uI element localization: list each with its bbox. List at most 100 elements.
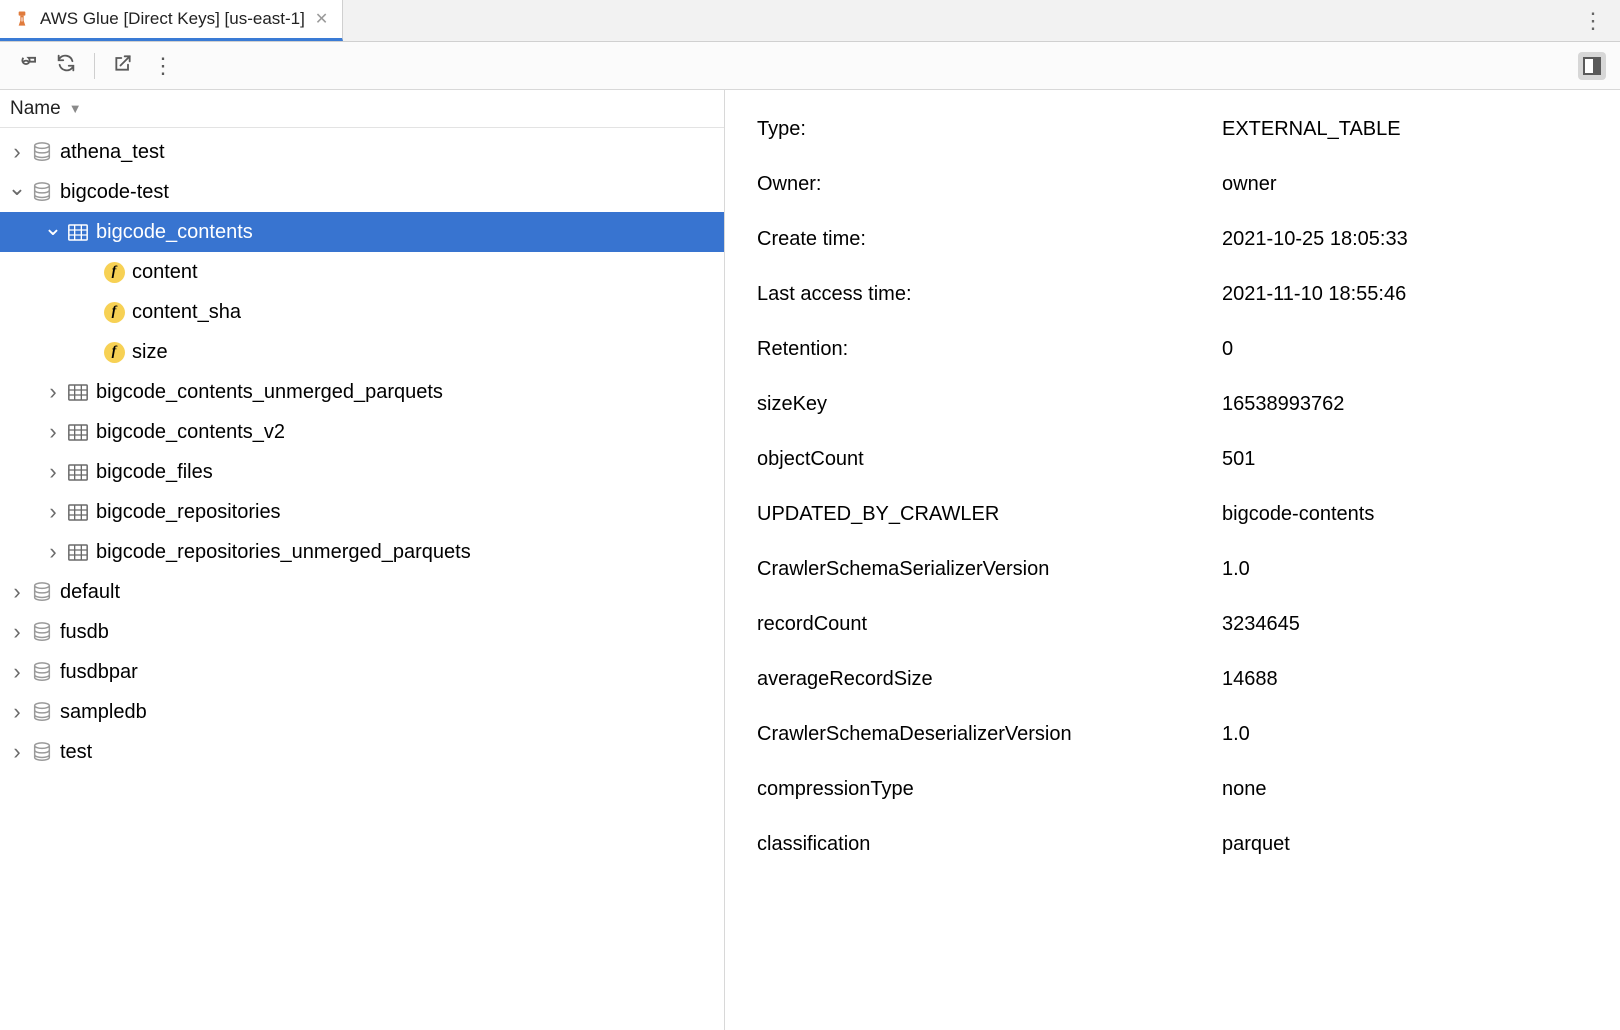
chevron-down-icon[interactable]: ⌄	[42, 215, 64, 241]
table-icon	[64, 424, 92, 441]
detail-key: recordCount	[757, 613, 1222, 636]
tree-node-label: bigcode_files	[96, 461, 213, 484]
tree-database-node[interactable]: › default	[0, 572, 724, 612]
database-icon	[28, 741, 56, 763]
toolbar-more-button[interactable]: ⋮	[145, 48, 181, 84]
tree-column-header[interactable]: Name ▼	[0, 90, 724, 128]
tree-node-label: fusdbpar	[60, 661, 138, 684]
detail-key: Type:	[757, 118, 1222, 141]
tree-table-node[interactable]: › bigcode_repositories_unmerged_parquets	[0, 532, 724, 572]
tree-node-label: bigcode-test	[60, 181, 169, 204]
detail-key: CrawlerSchemaSerializerVersion	[757, 558, 1222, 581]
database-icon	[28, 621, 56, 643]
toolbar-separator	[94, 53, 95, 79]
detail-value: owner	[1222, 173, 1610, 196]
chevron-right-icon[interactable]: ›	[6, 619, 28, 645]
database-icon	[28, 581, 56, 603]
detail-value: 0	[1222, 338, 1610, 361]
chevron-right-icon[interactable]: ›	[6, 579, 28, 605]
tree-node-label: bigcode_repositories	[96, 501, 281, 524]
chevron-right-icon[interactable]: ›	[42, 499, 64, 525]
more-vertical-icon: ⋮	[1582, 10, 1604, 32]
detail-key: sizeKey	[757, 393, 1222, 416]
open-external-button[interactable]	[105, 48, 141, 84]
table-icon	[64, 224, 92, 241]
tree-node-label: test	[60, 741, 92, 764]
tree-database-node[interactable]: › fusdbpar	[0, 652, 724, 692]
toggle-right-panel-button[interactable]	[1578, 52, 1606, 80]
detail-value: 2021-11-10 18:55:46	[1222, 283, 1610, 306]
toolbar: ⋮	[0, 42, 1620, 90]
chevron-down-icon[interactable]: ⌄	[6, 175, 28, 201]
tree-node-label: fusdb	[60, 621, 109, 644]
panel-right-icon	[1583, 57, 1601, 75]
tree-table-node[interactable]: ⌄ bigcode_contents	[0, 212, 724, 252]
tree-table-node[interactable]: › bigcode_repositories	[0, 492, 724, 532]
tree-node-label: content	[132, 261, 198, 284]
tree-field-node[interactable]: fcontent_sha	[0, 292, 724, 332]
chevron-right-icon[interactable]: ›	[42, 419, 64, 445]
database-icon	[28, 141, 56, 163]
detail-key: Last access time:	[757, 283, 1222, 306]
database-icon	[28, 181, 56, 203]
tree-table-node[interactable]: › bigcode_contents_unmerged_parquets	[0, 372, 724, 412]
detail-value: 16538993762	[1222, 393, 1610, 416]
sort-desc-icon: ▼	[69, 101, 82, 116]
detail-value: parquet	[1222, 833, 1610, 856]
detail-value: 3234645	[1222, 613, 1610, 636]
tree-database-node[interactable]: › test	[0, 732, 724, 772]
detail-value: 501	[1222, 448, 1610, 471]
catalog-tree: › athena_test⌄ bigcode-test⌄ bigcode_con…	[0, 128, 724, 776]
open-external-icon	[113, 53, 133, 78]
tree-node-label: bigcode_contents	[96, 221, 253, 244]
detail-key: Retention:	[757, 338, 1222, 361]
chevron-right-icon[interactable]: ›	[42, 459, 64, 485]
editor-tabbar: AWS Glue [Direct Keys] [us-east-1] ✕ ⋮	[0, 0, 1620, 42]
tree-node-label: size	[132, 341, 168, 364]
tree-node-label: bigcode_contents_v2	[96, 421, 285, 444]
tree-node-label: default	[60, 581, 120, 604]
table-icon	[64, 464, 92, 481]
details-panel: Type:EXTERNAL_TABLEOwner:ownerCreate tim…	[725, 90, 1620, 1030]
field-icon: f	[100, 262, 128, 283]
detail-key: classification	[757, 833, 1222, 856]
tree-header-label: Name	[10, 98, 61, 120]
chevron-right-icon[interactable]: ›	[6, 659, 28, 685]
detail-key: CrawlerSchemaDeserializerVersion	[757, 723, 1222, 746]
tabbar-spacer	[343, 0, 1572, 41]
detail-key: Create time:	[757, 228, 1222, 251]
field-icon: f	[100, 302, 128, 323]
chevron-right-icon[interactable]: ›	[6, 139, 28, 165]
table-icon	[64, 544, 92, 561]
tree-field-node[interactable]: fcontent	[0, 252, 724, 292]
tree-database-node[interactable]: ⌄ bigcode-test	[0, 172, 724, 212]
tree-table-node[interactable]: › bigcode_files	[0, 452, 724, 492]
settings-button[interactable]	[8, 48, 44, 84]
detail-value: 1.0	[1222, 723, 1610, 746]
refresh-button[interactable]	[48, 48, 84, 84]
tree-database-node[interactable]: › athena_test	[0, 132, 724, 172]
tree-field-node[interactable]: fsize	[0, 332, 724, 372]
chevron-right-icon[interactable]: ›	[42, 379, 64, 405]
detail-value: none	[1222, 778, 1610, 801]
tab-aws-glue[interactable]: AWS Glue [Direct Keys] [us-east-1] ✕	[0, 0, 343, 41]
details-grid: Type:EXTERNAL_TABLEOwner:ownerCreate tim…	[757, 118, 1610, 856]
tree-node-label: athena_test	[60, 141, 165, 164]
catalog-tree-panel: Name ▼ › athena_test⌄ bigcode-test⌄ bigc…	[0, 90, 725, 1030]
detail-value: 14688	[1222, 668, 1610, 691]
main-split: Name ▼ › athena_test⌄ bigcode-test⌄ bigc…	[0, 90, 1620, 1030]
tabbar-overflow-button[interactable]: ⋮	[1572, 0, 1614, 41]
chevron-right-icon[interactable]: ›	[6, 739, 28, 765]
tree-table-node[interactable]: › bigcode_contents_v2	[0, 412, 724, 452]
chevron-right-icon[interactable]: ›	[42, 539, 64, 565]
more-vertical-icon: ⋮	[152, 55, 174, 77]
chevron-right-icon[interactable]: ›	[6, 699, 28, 725]
tree-database-node[interactable]: › fusdb	[0, 612, 724, 652]
close-icon[interactable]: ✕	[313, 9, 330, 29]
detail-key: UPDATED_BY_CRAWLER	[757, 503, 1222, 526]
aws-glue-icon	[12, 9, 32, 29]
tree-node-label: content_sha	[132, 301, 241, 324]
table-icon	[64, 384, 92, 401]
tree-database-node[interactable]: › sampledb	[0, 692, 724, 732]
detail-value: bigcode-contents	[1222, 503, 1610, 526]
